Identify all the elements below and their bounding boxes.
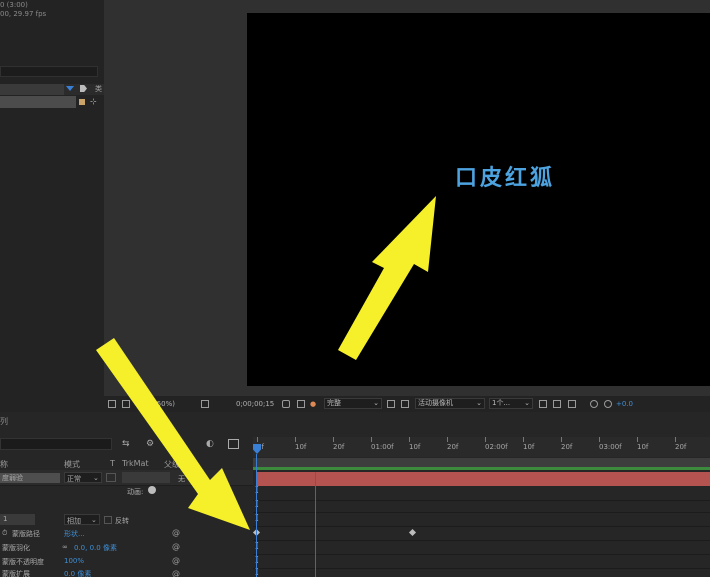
arrow-to-timeline	[96, 338, 250, 530]
after-effects-window: 0 (3:00) 00, 29.97 fps 类 ⊹ 口皮红狐 (50%) 0;…	[0, 0, 710, 577]
arrow-to-text	[338, 196, 436, 360]
annotation-arrows	[96, 196, 436, 530]
